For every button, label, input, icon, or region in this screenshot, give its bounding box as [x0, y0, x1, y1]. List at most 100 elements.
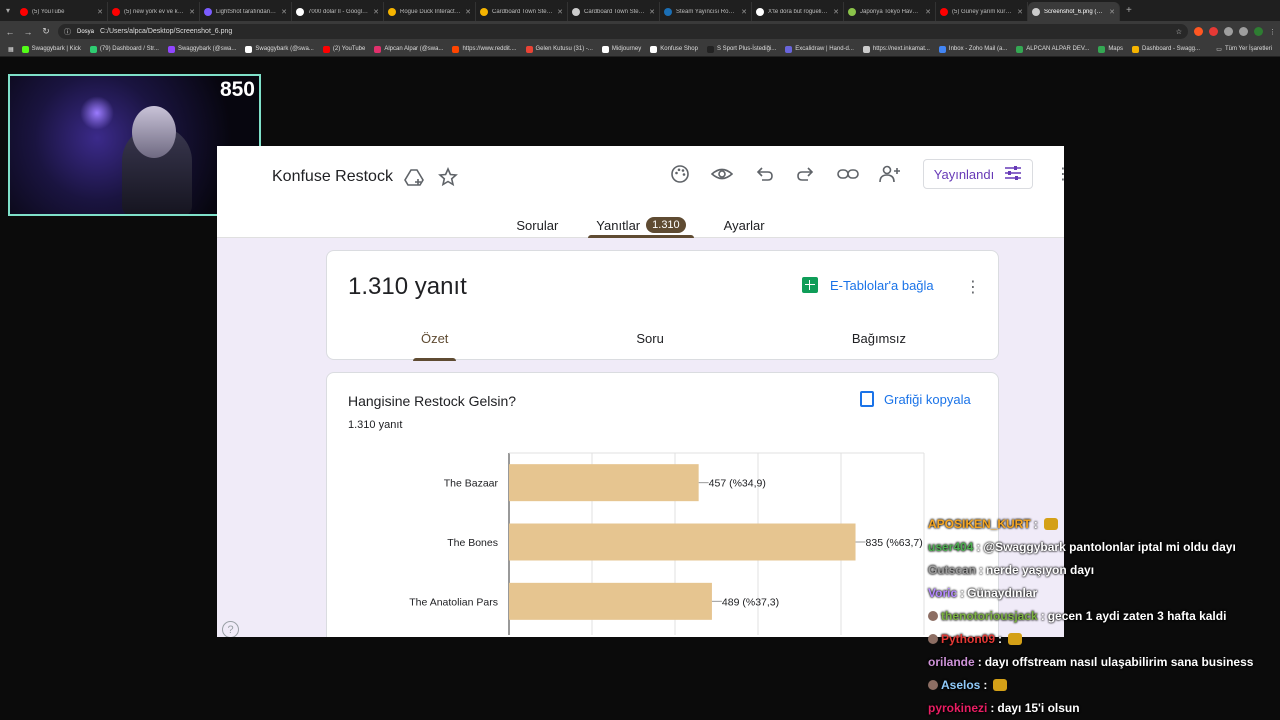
browser-tab[interactable]: (5) YouTube ✕: [16, 2, 108, 21]
bookmark-item[interactable]: Excalidraw | Hand-d...: [785, 45, 854, 53]
undo-icon[interactable]: [753, 163, 775, 185]
subtab-summary[interactable]: Özet: [412, 331, 457, 361]
chat-separator: :: [977, 654, 982, 669]
chat-username[interactable]: Voric: [928, 586, 957, 600]
reload-icon[interactable]: ↻: [40, 26, 52, 37]
chat-separator: :: [960, 585, 965, 600]
profile-avatar[interactable]: [1254, 27, 1263, 36]
add-collaborator-icon[interactable]: [879, 163, 901, 185]
browser-tab[interactable]: Cardboard Town Stea... ✕: [476, 2, 568, 21]
bookmark-item[interactable]: Swaggybark | Kick: [21, 45, 81, 53]
browser-menu-icon[interactable]: ⋮: [1269, 28, 1276, 36]
more-options-icon[interactable]: ⋮: [1055, 164, 1064, 184]
published-button[interactable]: Yayınlandı: [923, 159, 1033, 189]
bookmark-item[interactable]: (2) YouTube: [322, 45, 365, 53]
preview-eye-icon[interactable]: [711, 163, 733, 185]
bookmark-item[interactable]: Inbox - Zoho Mail (a...: [938, 45, 1007, 53]
bookmark-item[interactable]: https://www.reddit....: [452, 45, 517, 53]
new-tab-icon[interactable]: +: [1126, 5, 1132, 16]
tab-close-icon[interactable]: ✕: [1017, 8, 1023, 16]
bookmark-item[interactable]: Swaggybark (@swa...: [167, 45, 237, 53]
bookmark-label: https://next.inkamat...: [872, 46, 930, 52]
chat-username[interactable]: Aselos: [941, 678, 980, 692]
redo-icon[interactable]: [795, 163, 817, 185]
bookmark-item[interactable]: https://next.inkamat...: [862, 45, 930, 53]
chat-username[interactable]: pyrokinezi: [928, 701, 987, 715]
star-icon[interactable]: [437, 166, 459, 188]
extension-icon[interactable]: [1194, 27, 1203, 36]
chat-username[interactable]: Gutscan: [928, 563, 976, 577]
bookmark-item[interactable]: Alpcan Alpar (@swa...: [374, 45, 443, 53]
bookmark-item[interactable]: Maps: [1098, 45, 1123, 53]
back-icon[interactable]: ←: [4, 27, 16, 37]
tab-close-icon[interactable]: ✕: [281, 8, 287, 16]
all-bookmarks-button[interactable]: ▭ Tüm Yer İşaretleri: [1216, 46, 1272, 53]
browser-tab[interactable]: Screenshot_6.png (1609... ✕: [1028, 2, 1120, 21]
tab-close-icon[interactable]: ✕: [833, 8, 839, 16]
extension-icon[interactable]: [1224, 27, 1233, 36]
bookmark-item[interactable]: Konfuse Shop: [650, 45, 698, 53]
chat-username[interactable]: APOSIKEN_KURT: [928, 517, 1031, 531]
tab-close-icon[interactable]: ✕: [189, 8, 195, 16]
tab-close-icon[interactable]: ✕: [465, 8, 471, 16]
tab-label: Rogue Duck Interactiv...: [400, 8, 462, 15]
extension-icon[interactable]: [1209, 27, 1218, 36]
chat-badge-icon: [928, 633, 938, 644]
url-field[interactable]: ⓘ Dosya C:/Users/alpca/Desktop/Screensho…: [58, 24, 1188, 39]
browser-tab[interactable]: Cardboard Town Steal... ✕: [568, 2, 660, 21]
chat-username[interactable]: thenotoriousjack: [941, 609, 1038, 623]
link-to-sheets-label: E-Tablolar'a bağla: [830, 277, 934, 293]
chat-username[interactable]: Python09: [941, 632, 995, 646]
bookmark-favicon-icon: [785, 45, 793, 53]
responses-more-icon[interactable]: ⋮: [965, 277, 981, 297]
bookmark-item[interactable]: (79) Dashboard / Str...: [89, 45, 159, 53]
bookmark-item[interactable]: Gelen Kutusu (31) -...: [525, 45, 593, 53]
forward-icon[interactable]: →: [22, 27, 34, 37]
subtab-individual[interactable]: Bağımsız: [844, 331, 914, 361]
bookmark-label: Swaggybark (@swa...: [177, 46, 237, 52]
bookmark-item[interactable]: Midjourney: [601, 45, 641, 53]
apps-icon[interactable]: ▦: [8, 46, 14, 53]
browser-tab[interactable]: X'te dora but roguelik... ✕: [752, 2, 844, 21]
browser-tab[interactable]: Steam Yayıncısı Rogue... ✕: [660, 2, 752, 21]
tab-close-icon[interactable]: ✕: [925, 8, 931, 16]
tab-close-icon[interactable]: ✕: [373, 8, 379, 16]
browser-tab[interactable]: (5) Güney yarım küred... ✕: [936, 2, 1028, 21]
chat-badge-icon: [928, 610, 938, 621]
tab-close-icon[interactable]: ✕: [557, 8, 563, 16]
palette-icon[interactable]: [669, 163, 691, 185]
sheets-icon: [802, 277, 818, 293]
extension-icon[interactable]: [1239, 27, 1248, 36]
form-title[interactable]: Konfuse Restock: [272, 168, 393, 186]
tab-close-icon[interactable]: ✕: [649, 8, 655, 16]
tab-responses[interactable]: Yanıtlar 1.310: [588, 212, 695, 238]
help-icon[interactable]: ?: [222, 621, 239, 637]
browser-tab[interactable]: (5) new york ev ve kal... ✕: [108, 2, 200, 21]
bookmark-star-icon[interactable]: ☆: [1176, 28, 1182, 36]
tab-settings[interactable]: Ayarlar: [716, 212, 773, 238]
tab-close-icon[interactable]: ✕: [97, 8, 103, 16]
tab-search-icon[interactable]: ▾: [0, 6, 16, 15]
chat-username[interactable]: orilande: [928, 655, 975, 669]
chat-username[interactable]: user404: [928, 540, 973, 554]
move-to-drive-icon[interactable]: [403, 166, 425, 188]
tab-close-icon[interactable]: ✕: [1109, 8, 1115, 16]
bookmark-item[interactable]: Swaggybark (@swa...: [245, 45, 314, 53]
link-to-sheets-button[interactable]: E-Tablolar'a bağla: [802, 277, 934, 293]
browser-tab[interactable]: LightShot tarafından İ... ✕: [200, 2, 292, 21]
bookmark-favicon-icon: [21, 45, 29, 53]
tab-questions[interactable]: Sorular: [508, 212, 566, 238]
bookmark-item[interactable]: ALPCAN ALPAR DEV...: [1016, 45, 1089, 53]
subtab-question[interactable]: Soru: [628, 331, 671, 361]
tab-close-icon[interactable]: ✕: [741, 8, 747, 16]
link-icon[interactable]: [837, 163, 859, 185]
bookmark-item[interactable]: S Sport Plus-İstediği...: [706, 45, 776, 53]
bookmark-item[interactable]: Dashboard - Swagg...: [1131, 45, 1200, 53]
browser-tab[interactable]: 7000 dolar ll - Google... ✕: [292, 2, 384, 21]
response-count-heading: 1.310 yanıt: [348, 273, 467, 300]
copy-chart-button[interactable]: Grafiği kopyala: [860, 391, 971, 407]
bookmark-favicon-icon: [525, 45, 533, 53]
browser-tab[interactable]: Japonya Tokyo Hava D... ✕: [844, 2, 936, 21]
info-icon[interactable]: ⓘ: [64, 27, 71, 37]
browser-tab[interactable]: Rogue Duck Interactiv... ✕: [384, 2, 476, 21]
